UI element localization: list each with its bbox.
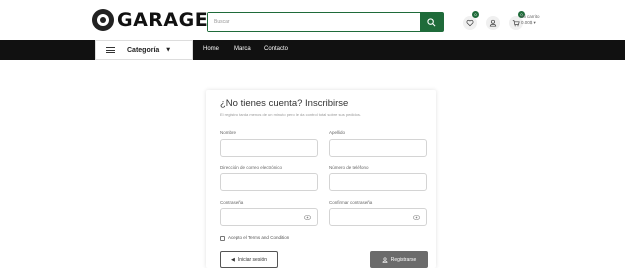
telefono-field[interactable] xyxy=(329,173,427,191)
form-title: ¿No tienes cuenta? Inscribirse xyxy=(220,98,349,109)
terms-label: Acepto el Terms and Condition xyxy=(228,235,290,240)
search-input[interactable] xyxy=(208,13,420,31)
register-button-label: Registrarse xyxy=(390,256,417,263)
wishlist-button[interactable] xyxy=(463,16,477,30)
apellido-label: Apellido xyxy=(329,130,346,135)
account-button[interactable] xyxy=(486,16,500,30)
terms-checkbox[interactable] xyxy=(220,236,225,241)
nav-link-marca[interactable]: Marca xyxy=(234,46,251,52)
apellido-field[interactable] xyxy=(329,139,427,157)
arrow-left-icon: ◀ xyxy=(230,256,235,263)
cart-summary[interactable]: Mi carrito 0.00$ ▾ xyxy=(521,14,540,26)
heart-icon xyxy=(466,19,474,27)
cart-icon xyxy=(512,20,520,27)
wishlist-count-badge: 0 xyxy=(472,11,479,18)
main-navbar xyxy=(0,40,625,60)
eye-icon[interactable] xyxy=(304,215,311,220)
search-icon xyxy=(427,17,436,26)
search-button[interactable] xyxy=(420,13,443,31)
email-label: Dirección de correo electrónico xyxy=(220,165,283,170)
search-bar xyxy=(207,12,444,32)
telefono-label: Número de teléfono xyxy=(329,165,369,170)
email-field[interactable] xyxy=(220,173,318,191)
login-button-label: Iniciar sesión xyxy=(237,256,268,263)
logo-text: GARAGE xyxy=(117,9,209,31)
nav-link-contacto[interactable]: Contacto xyxy=(264,46,288,52)
nav-link-home[interactable]: Home xyxy=(203,46,219,52)
caret-down-icon: ▼ xyxy=(166,47,171,53)
user-icon xyxy=(489,19,497,27)
chevron-down-icon: ▾ xyxy=(533,20,536,25)
cart-total: 0.00$ xyxy=(521,20,533,25)
form-subtitle: El registro tarda menos de un minuto per… xyxy=(220,112,361,117)
eye-icon[interactable] xyxy=(413,215,420,220)
nombre-label: Nombre xyxy=(220,130,237,135)
nombre-field[interactable] xyxy=(220,139,318,157)
register-button[interactable]: Registrarse xyxy=(370,251,428,268)
gear-logo-icon xyxy=(92,9,114,31)
confirm-password-label: Confirmar contraseña xyxy=(329,200,373,205)
password-label: Contraseña xyxy=(220,200,244,205)
logo[interactable]: GARAGE xyxy=(92,8,208,32)
confirm-password-field[interactable] xyxy=(329,208,427,226)
menu-icon xyxy=(106,47,115,53)
category-dropdown[interactable]: Categoría ▼ xyxy=(95,40,193,60)
login-button[interactable]: ◀ Iniciar sesión xyxy=(220,251,278,268)
category-label: Categoría xyxy=(127,46,160,54)
user-add-icon xyxy=(382,256,388,263)
password-field[interactable] xyxy=(220,208,318,226)
